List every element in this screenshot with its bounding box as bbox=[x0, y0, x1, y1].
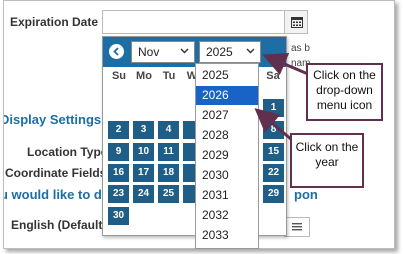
year-option[interactable]: 2027 bbox=[196, 106, 258, 125]
day-cell[interactable]: 18 bbox=[158, 164, 179, 182]
chevron-down-icon bbox=[180, 48, 189, 54]
year-option[interactable]: 2025 bbox=[196, 66, 258, 85]
day-cell[interactable]: 10 bbox=[133, 143, 154, 161]
year-option[interactable]: 2031 bbox=[196, 186, 258, 205]
chevron-left-icon bbox=[113, 47, 119, 56]
year-option[interactable]: 2030 bbox=[196, 166, 258, 185]
year-dropdown-list: 2025 2026 2027 2028 2029 2030 2031 2032 … bbox=[195, 63, 259, 249]
day-cell[interactable]: 1 bbox=[263, 99, 284, 117]
day-cell[interactable]: 22 bbox=[263, 164, 284, 182]
day-cell[interactable]: 25 bbox=[158, 185, 179, 203]
month-select-value: Nov bbox=[138, 45, 160, 59]
language-label: English (Default) bbox=[11, 218, 107, 232]
language-field[interactable] bbox=[284, 217, 310, 237]
month-select[interactable]: Nov bbox=[131, 41, 195, 63]
day-cell[interactable]: 9 bbox=[108, 143, 129, 161]
year-option[interactable]: 2032 bbox=[196, 206, 258, 225]
day-cell[interactable]: 2 bbox=[108, 121, 129, 139]
day-cell[interactable]: 17 bbox=[133, 164, 154, 182]
year-option-highlighted[interactable]: 2026 bbox=[196, 86, 258, 105]
year-select[interactable]: 2025 bbox=[199, 41, 261, 63]
weekday-mo: Mo bbox=[136, 70, 152, 82]
display-question-label: u would like to di bbox=[3, 187, 106, 202]
day-cell[interactable]: 3 bbox=[133, 121, 154, 139]
day-cell[interactable]: 8 bbox=[263, 121, 284, 139]
calendar-icon bbox=[291, 17, 303, 28]
day-cell[interactable]: 11 bbox=[158, 143, 179, 161]
pon-text: pon bbox=[294, 187, 318, 202]
day-cell[interactable]: 24 bbox=[133, 185, 154, 203]
display-settings-heading: Display Settings bbox=[3, 112, 102, 127]
calendar-button[interactable] bbox=[284, 10, 308, 34]
chevron-down-icon[interactable] bbox=[246, 48, 255, 54]
callout-dropdown-tip: Click on the drop-down menu icon bbox=[306, 63, 383, 121]
day-cell[interactable]: 29 bbox=[263, 185, 284, 203]
weekday-sa: Sa bbox=[266, 70, 280, 82]
prev-month-button[interactable] bbox=[109, 44, 124, 59]
coordinate-fields-label: Coordinate Fields bbox=[5, 166, 107, 180]
location-type-label: Location Type bbox=[27, 145, 108, 159]
callout-year-tip: Click on the year bbox=[290, 133, 364, 188]
day-cell[interactable]: 23 bbox=[108, 185, 129, 203]
expiration-date-label: Expiration Date bbox=[10, 15, 99, 29]
day-cell[interactable]: 15 bbox=[263, 143, 284, 161]
year-option[interactable]: 2028 bbox=[196, 126, 258, 145]
day-cell[interactable]: 30 bbox=[108, 207, 129, 225]
weekday-su: Su bbox=[111, 70, 127, 82]
menu-lines-icon bbox=[292, 223, 302, 231]
day-cell[interactable]: 16 bbox=[108, 164, 129, 182]
year-option[interactable]: 2033 bbox=[196, 226, 258, 245]
weekday-tu: Tu bbox=[162, 70, 176, 82]
day-cell[interactable]: 4 bbox=[158, 121, 179, 139]
side-text-1: as b bbox=[291, 43, 310, 54]
year-option[interactable]: 2029 bbox=[196, 146, 258, 165]
year-select-value: 2025 bbox=[206, 45, 233, 59]
expiration-date-input[interactable] bbox=[102, 10, 307, 34]
